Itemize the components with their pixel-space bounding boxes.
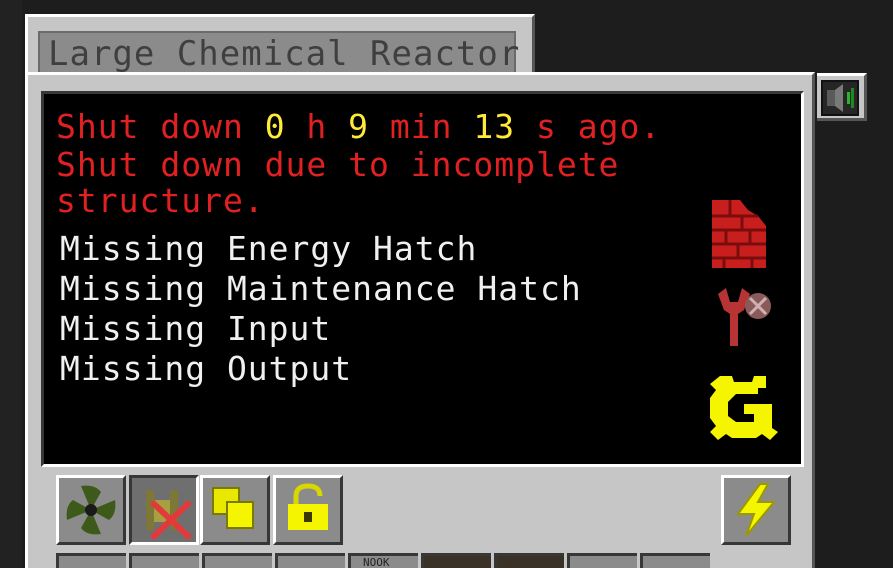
inventory-slot[interactable] — [275, 553, 345, 568]
wrench-icon — [718, 288, 771, 346]
inventory-slot[interactable] — [640, 553, 710, 568]
inventory-slot[interactable] — [421, 553, 491, 568]
shutdown-reason-line-2: structure. — [56, 181, 265, 220]
missing-maintenance-hatch: Missing Maintenance Hatch — [60, 269, 582, 308]
sound-widget[interactable] — [817, 73, 867, 121]
batch-mode-icon — [212, 487, 254, 529]
shutdown-hours: 0 — [264, 107, 286, 146]
input-separation-button[interactable] — [129, 475, 199, 545]
shutdown-minutes: 9 — [348, 107, 370, 146]
minutes-unit: min — [369, 107, 474, 146]
inventory-slot-row: NOOK — [56, 553, 716, 568]
control-button-row — [56, 475, 356, 549]
inventory-slot[interactable] — [202, 553, 272, 568]
red-brick-icon — [712, 200, 766, 268]
inventory-slot[interactable] — [567, 553, 637, 568]
hours-unit: h — [285, 107, 349, 146]
gregtech-logo-icon — [710, 376, 778, 440]
machine-panel: Shut down 0 h 9 min 13 s ago. Shut down … — [25, 72, 815, 568]
title-tab: Large Chemical Reactor — [25, 14, 535, 80]
shutdown-time-line: Shut down 0 h 9 min 13 s ago. — [56, 108, 661, 146]
inventory-slot[interactable]: NOOK — [348, 553, 418, 568]
recipe-lock-button[interactable] — [273, 475, 343, 545]
inventory-slot[interactable] — [129, 553, 199, 568]
lock-icon — [288, 483, 328, 530]
background-left — [0, 0, 22, 568]
seconds-unit: s ago. — [515, 107, 662, 146]
power-switch-icon — [736, 483, 777, 537]
status-screen: Shut down 0 h 9 min 13 s ago. Shut down … — [41, 91, 804, 467]
title-bar: Large Chemical Reactor — [38, 31, 519, 75]
shutdown-reason-line-1: Shut down due to incomplete — [56, 145, 620, 184]
missing-energy-hatch: Missing Energy Hatch — [60, 229, 478, 268]
speaker-icon — [827, 84, 854, 112]
input-separation-icon — [146, 490, 193, 540]
missing-output: Missing Output — [60, 349, 353, 388]
power-button[interactable] — [721, 475, 791, 545]
missing-input: Missing Input — [60, 309, 332, 348]
slot-item-label: NOOK — [363, 556, 390, 568]
inventory-slot[interactable] — [494, 553, 564, 568]
shutdown-seconds: 13 — [473, 107, 516, 146]
void-protection-button[interactable] — [56, 475, 126, 545]
window-title: Large Chemical Reactor — [48, 34, 521, 74]
shutdown-prefix: Shut down — [56, 107, 265, 146]
inventory-slot[interactable] — [56, 553, 126, 568]
batch-mode-button[interactable] — [200, 475, 270, 545]
speaker-slot — [821, 80, 859, 116]
void-protection-icon — [66, 485, 116, 535]
